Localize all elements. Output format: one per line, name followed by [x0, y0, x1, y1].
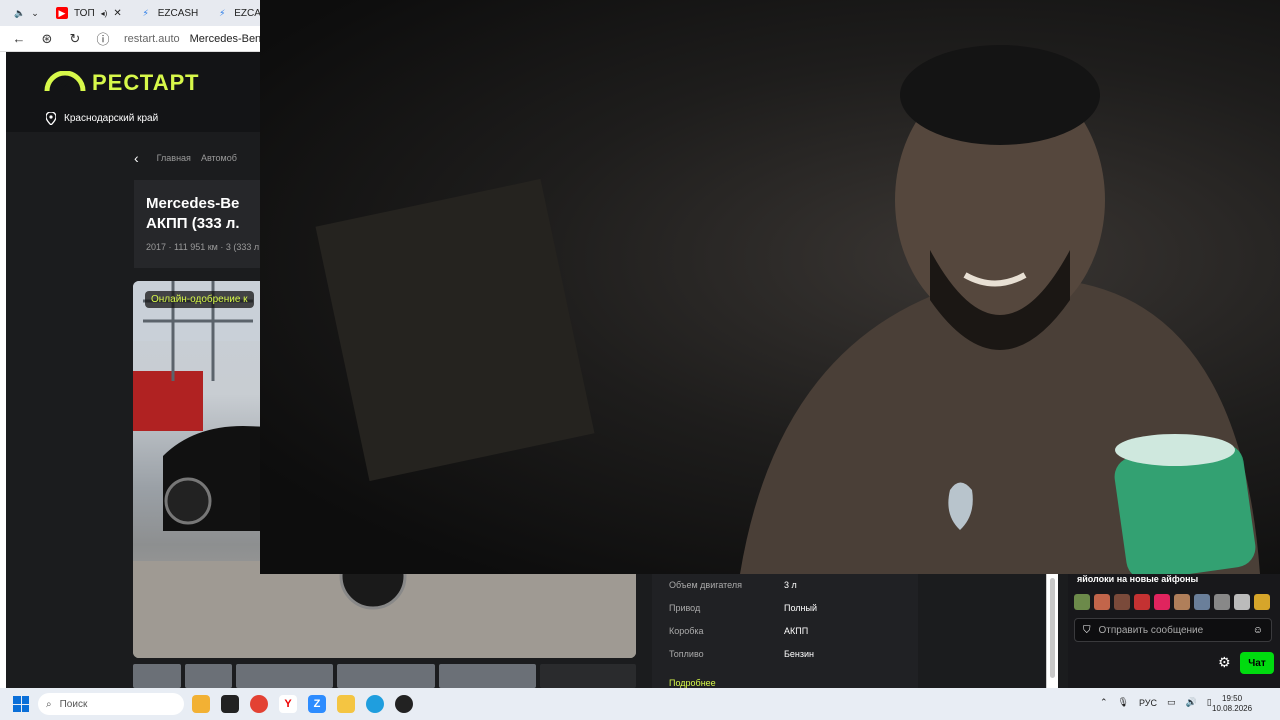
spec-label: Коробка [669, 626, 704, 636]
emote-icon[interactable] [1194, 594, 1210, 610]
network-icon[interactable]: ▭ [1167, 697, 1176, 708]
reload-icon[interactable]: ↻ [68, 31, 82, 47]
system-tray: ⌃ 🎙 РУС ▭ 🔊 ▯ [1100, 697, 1212, 708]
tab-audio[interactable]: 🔈 ⌄ [6, 2, 46, 24]
webcam-overlay [260, 0, 1280, 574]
emote-icon[interactable] [1174, 594, 1190, 610]
page-left-edge [0, 52, 6, 688]
thumbnail[interactable] [133, 664, 181, 688]
chrome-icon[interactable] [250, 695, 268, 713]
emote-icon[interactable] [1074, 594, 1090, 610]
emote-icon[interactable] [1154, 594, 1170, 610]
tab-label: EZCASH [157, 7, 199, 19]
taskbar-apps: Y Z [192, 695, 413, 713]
back-chevron-icon[interactable]: ‹ [134, 150, 139, 166]
tab-label: ТОП [74, 7, 95, 19]
chevron-down-icon[interactable]: ⌄ [31, 8, 39, 19]
online-approval-badge[interactable]: Онлайн-одобрение к [145, 291, 254, 308]
spec-label: Топливо [669, 649, 704, 659]
clock-date: 10.08.2026 [1212, 704, 1253, 713]
chevron-up-icon[interactable]: ⌃ [1100, 697, 1108, 708]
emote-icon[interactable] [1094, 594, 1110, 610]
back-arrow-icon[interactable]: ← [12, 31, 26, 46]
file-explorer-icon[interactable] [337, 695, 355, 713]
thumbnail[interactable] [236, 664, 334, 688]
more-details-link[interactable]: Подробнее [669, 678, 716, 688]
chat-input-placeholder: Отправить сообщение [1098, 624, 1204, 636]
url-text[interactable]: restart.auto [124, 33, 180, 45]
chat-send-button[interactable]: Чат [1240, 652, 1274, 674]
ezcash-icon: ⚡ [219, 7, 226, 18]
search-icon: ⌕ [46, 698, 52, 710]
site-info-icon[interactable]: ⓘ [96, 29, 110, 48]
webcam-image [315, 45, 1260, 574]
emote-row [1074, 594, 1270, 610]
youtube-icon: ▶ [56, 7, 68, 19]
breadcrumb-home[interactable]: Главная [157, 153, 191, 163]
taskbar-search[interactable]: ⌕ Поиск [38, 693, 184, 715]
microphone-icon[interactable]: 🎙 [1118, 697, 1129, 708]
widgets-icon[interactable] [192, 695, 210, 713]
thumbnail[interactable] [184, 664, 233, 688]
emote-icon[interactable] [1134, 594, 1150, 610]
car-specs: Объем двигателя 3 л Привод Полный Коробк… [652, 574, 918, 688]
thumbnail[interactable] [337, 664, 435, 688]
emote-icon[interactable] [1234, 594, 1250, 610]
emote-icon[interactable] [1114, 594, 1130, 610]
photo-thumbnails [133, 664, 636, 688]
breadcrumb-cars[interactable]: Автомоб [201, 153, 237, 163]
speaker-icon[interactable]: 🔈 [14, 7, 25, 19]
volume-icon[interactable]: 🔊 [1186, 697, 1197, 708]
car-title-card: Mercedes-Be АКПП (333 л. [134, 180, 260, 268]
spec-label: Объем двигателя [669, 580, 742, 590]
car-subtitle: 2017 · 111 951 км · 3 (333 л [146, 242, 260, 252]
yandex-browser-icon[interactable]: Y [279, 695, 297, 713]
emote-icon[interactable] [1254, 594, 1270, 610]
language-indicator[interactable]: РУС [1139, 698, 1157, 708]
emote-icon[interactable] [1214, 594, 1230, 610]
spec-value: Полный [784, 603, 817, 613]
clock-time: 19:50 [1222, 694, 1243, 703]
windows-start-icon[interactable] [13, 696, 29, 712]
scrollbar-thumb[interactable] [1050, 578, 1055, 678]
protect-icon[interactable]: ⊛ [40, 31, 54, 47]
chat-message-input[interactable]: ⛉ Отправить сообщение ☺ [1074, 618, 1272, 642]
tab-youtube[interactable]: ▶ ТОП ◂) ✕ [48, 2, 130, 24]
location-pin-icon [46, 112, 56, 125]
thumbnail[interactable] [438, 664, 536, 688]
spec-label: Привод [669, 603, 701, 613]
shield-icon: ⛉ [1083, 624, 1091, 636]
ezcash-icon: ⚡ [142, 7, 149, 18]
battery-icon[interactable]: ▯ [1207, 697, 1212, 708]
page-title: Mercedes-Benz [189, 32, 267, 45]
speedometer-logo-icon [44, 71, 86, 93]
spec-value: Бензин [784, 649, 815, 659]
region-label: Краснодарский край [64, 113, 159, 124]
search-placeholder: Поиск [59, 698, 88, 710]
spec-value: АКПП [784, 626, 809, 636]
region-selector[interactable]: Краснодарский край [46, 112, 158, 125]
obs-icon[interactable] [395, 695, 413, 713]
tab-ezcash-1[interactable]: ⚡ EZCASH [132, 2, 207, 24]
close-icon[interactable]: ✕ [113, 8, 121, 19]
site-logo[interactable]: РЕСТАРТ [44, 70, 199, 96]
zoom-icon[interactable]: Z [308, 695, 326, 713]
emoji-icon[interactable]: ☺ [1253, 625, 1263, 636]
chat-widget: яйолоки на новые айфоны ⛉ Отправить сооб… [1068, 574, 1280, 688]
edge-icon[interactable] [366, 695, 384, 713]
thumbnail[interactable] [539, 664, 636, 688]
logo-text: РЕСТАРТ [92, 70, 200, 95]
task-view-icon[interactable] [221, 695, 239, 713]
page-scrollbar[interactable] [1046, 574, 1058, 688]
breadcrumb: ‹ Главная Автомоб [134, 150, 237, 166]
gear-icon[interactable]: ⚙ [1218, 654, 1231, 671]
spec-value: 3 л [784, 580, 797, 590]
taskbar: ⌕ Поиск Y Z ⌃ 🎙 РУС ▭ 🔊 ▯ 19:50 10.08.20… [0, 688, 1280, 720]
car-title-line1: Mercedes-Be [146, 195, 240, 212]
taskbar-clock[interactable]: 19:50 10.08.2026 [1212, 694, 1252, 714]
car-title-line2: АКПП (333 л. [146, 215, 240, 232]
chat-message: яйолоки на новые айфоны [1077, 574, 1199, 584]
audio-icon[interactable]: ◂) [101, 9, 108, 18]
